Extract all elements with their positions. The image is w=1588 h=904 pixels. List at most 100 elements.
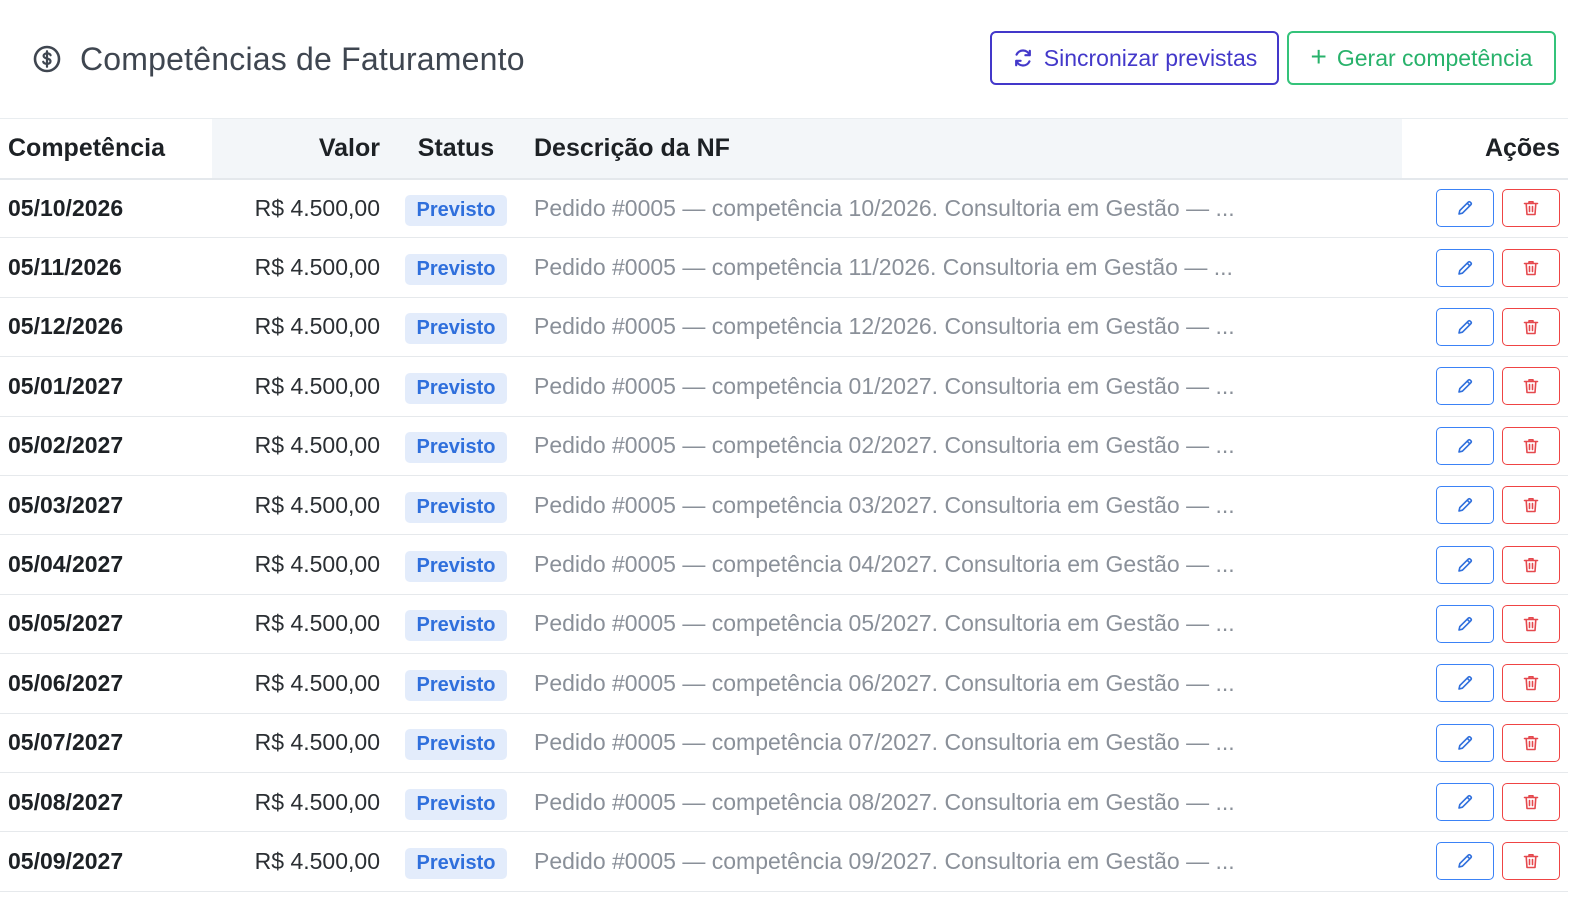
table-row: 05/06/2027 R$ 4.500,00 Previsto Pedido #… <box>0 653 1568 714</box>
cell-valor: R$ 4.500,00 <box>212 831 390 892</box>
delete-button[interactable] <box>1502 248 1560 287</box>
table-header: Competência Valor Status Descrição da NF… <box>0 118 1568 180</box>
edit-button[interactable] <box>1436 604 1494 643</box>
edit-button[interactable] <box>1436 367 1494 406</box>
cell-valor: R$ 4.500,00 <box>212 653 390 714</box>
delete-button[interactable] <box>1502 307 1560 346</box>
generate-competencia-button[interactable]: + Gerar competência <box>1287 31 1556 85</box>
table-row: 05/11/2026 R$ 4.500,00 Previsto Pedido #… <box>0 237 1568 298</box>
cell-status: Previsto <box>390 297 522 358</box>
header-actions: Sincronizar previstas + Gerar competênci… <box>990 31 1556 85</box>
column-header-competencia[interactable]: Competência <box>0 118 212 180</box>
cell-valor: R$ 4.500,00 <box>212 178 390 239</box>
cell-acoes <box>1402 653 1568 714</box>
table-row: 05/04/2027 R$ 4.500,00 Previsto Pedido #… <box>0 534 1568 595</box>
trash-icon <box>1521 555 1541 575</box>
pencil-icon <box>1455 198 1475 218</box>
status-badge: Previsto <box>404 194 508 226</box>
row-actions <box>1436 486 1560 525</box>
table-row: 05/09/2027 R$ 4.500,00 Previsto Pedido #… <box>0 831 1568 892</box>
cell-descricao: Pedido #0005 — competência 05/2027. Cons… <box>522 594 1402 655</box>
generate-competencia-label: Gerar competência <box>1336 44 1533 71</box>
cell-acoes <box>1402 297 1568 358</box>
edit-button[interactable] <box>1436 723 1494 762</box>
trash-icon <box>1521 733 1541 753</box>
plus-icon: + <box>1310 41 1327 72</box>
table-header-row: Competência Valor Status Descrição da NF… <box>0 118 1568 180</box>
sync-previstas-button[interactable]: Sincronizar previstas <box>990 31 1279 85</box>
trash-icon <box>1521 436 1541 456</box>
cell-descricao: Pedido #0005 — competência 04/2027. Cons… <box>522 534 1402 595</box>
delete-button[interactable] <box>1502 783 1560 822</box>
cell-competencia: 05/03/2027 <box>0 475 212 536</box>
table-row: 05/07/2027 R$ 4.500,00 Previsto Pedido #… <box>0 713 1568 773</box>
trash-icon <box>1521 198 1541 218</box>
edit-button[interactable] <box>1436 842 1494 881</box>
table-row: 05/02/2027 R$ 4.500,00 Previsto Pedido #… <box>0 416 1568 476</box>
edit-button[interactable] <box>1436 486 1494 525</box>
cell-acoes <box>1402 356 1568 417</box>
row-actions <box>1436 604 1560 643</box>
cell-descricao: Pedido #0005 — competência 02/2027. Cons… <box>522 416 1402 476</box>
row-actions <box>1436 723 1560 762</box>
pencil-icon <box>1455 733 1475 753</box>
delete-button[interactable] <box>1502 426 1560 465</box>
cell-valor: R$ 4.500,00 <box>212 772 390 833</box>
row-actions <box>1436 367 1560 406</box>
column-header-descricao[interactable]: Descrição da NF <box>522 118 1402 180</box>
cell-valor: R$ 4.500,00 <box>212 416 390 476</box>
delete-button[interactable] <box>1502 486 1560 525</box>
status-badge: Previsto <box>404 372 508 404</box>
trash-icon <box>1521 376 1541 396</box>
cell-descricao: Pedido #0005 — competência 03/2027. Cons… <box>522 475 1402 536</box>
delete-button[interactable] <box>1502 842 1560 881</box>
trash-icon <box>1521 851 1541 871</box>
edit-button[interactable] <box>1436 545 1494 584</box>
cell-acoes <box>1402 416 1568 476</box>
cell-competencia: 05/09/2027 <box>0 831 212 892</box>
cell-competencia: 05/01/2027 <box>0 356 212 417</box>
table-body: 05/10/2026 R$ 4.500,00 Previsto Pedido #… <box>0 178 1568 892</box>
cell-status: Previsto <box>390 475 522 536</box>
cell-competencia: 05/02/2027 <box>0 416 212 476</box>
delete-button[interactable] <box>1502 664 1560 703</box>
cell-status: Previsto <box>390 594 522 655</box>
page-title: Competências de Faturamento <box>80 40 525 77</box>
table-row: 05/03/2027 R$ 4.500,00 Previsto Pedido #… <box>0 475 1568 536</box>
cell-competencia: 05/12/2026 <box>0 297 212 358</box>
row-actions <box>1436 248 1560 287</box>
pencil-icon <box>1455 614 1475 634</box>
row-actions <box>1436 307 1560 346</box>
cell-competencia: 05/06/2027 <box>0 653 212 714</box>
cell-valor: R$ 4.500,00 <box>212 356 390 417</box>
pencil-icon <box>1455 376 1475 396</box>
cell-acoes <box>1402 237 1568 298</box>
delete-button[interactable] <box>1502 189 1560 228</box>
edit-button[interactable] <box>1436 783 1494 822</box>
cell-valor: R$ 4.500,00 <box>212 475 390 536</box>
column-header-status[interactable]: Status <box>390 118 522 180</box>
status-badge: Previsto <box>404 491 508 523</box>
edit-button[interactable] <box>1436 664 1494 703</box>
delete-button[interactable] <box>1502 367 1560 406</box>
row-actions <box>1436 426 1560 465</box>
cell-acoes <box>1402 713 1568 773</box>
pencil-icon <box>1455 317 1475 337</box>
edit-button[interactable] <box>1436 307 1494 346</box>
cell-competencia: 05/10/2026 <box>0 178 212 239</box>
edit-button[interactable] <box>1436 189 1494 228</box>
pencil-icon <box>1455 258 1475 278</box>
edit-button[interactable] <box>1436 248 1494 287</box>
cell-valor: R$ 4.500,00 <box>212 297 390 358</box>
status-badge: Previsto <box>404 729 508 761</box>
dollar-circle-icon <box>32 44 62 74</box>
cell-competencia: 05/07/2027 <box>0 713 212 773</box>
cell-acoes <box>1402 831 1568 892</box>
edit-button[interactable] <box>1436 426 1494 465</box>
delete-button[interactable] <box>1502 545 1560 584</box>
row-actions <box>1436 783 1560 822</box>
delete-button[interactable] <box>1502 723 1560 762</box>
cell-descricao: Pedido #0005 — competência 10/2026. Cons… <box>522 178 1402 239</box>
column-header-valor[interactable]: Valor <box>212 118 390 180</box>
delete-button[interactable] <box>1502 604 1560 643</box>
